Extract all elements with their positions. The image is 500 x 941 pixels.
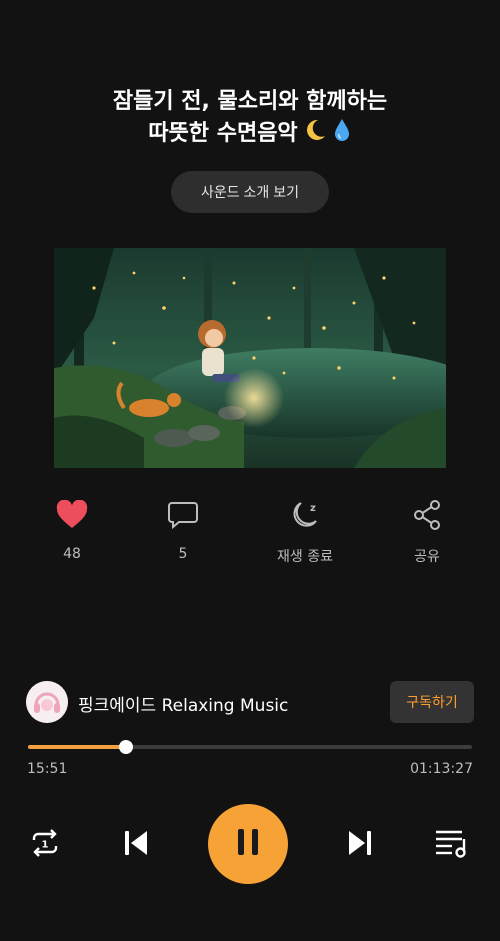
repeat-one-icon: 1 [28,828,62,862]
previous-icon [121,829,151,861]
sleep-timer-label: 재생 종료 [277,549,333,565]
channel-avatar[interactable] [26,681,68,723]
seek-thumb[interactable] [118,740,133,754]
album-artwork [54,248,446,468]
repeat-one-button[interactable]: 1 [26,826,64,864]
like-count: 48 [63,546,81,562]
channel-row: 핑크에이드 Relaxing Music 구독하기 [26,681,474,725]
playback-controls: 1 [0,804,500,888]
sleep-timer-button[interactable]: z 재생 종료 [250,498,360,568]
previous-button[interactable] [118,826,154,864]
channel-name[interactable]: 핑크에이드 Relaxing Music [78,691,288,716]
pause-button[interactable] [208,804,288,884]
playlist-icon [434,827,470,863]
svg-text:1: 1 [42,840,49,851]
svg-text:z: z [310,503,316,514]
track-title-line-1: 잠들기 전, 물소리와 함께하는 [112,89,388,114]
total-duration: 01:13:27 [410,761,473,777]
track-title-line-2-row: 따뜻한 수면음악 [0,117,500,152]
share-icon [410,498,444,532]
moon-zzz-icon: z [288,498,322,532]
elapsed-time: 15:51 [27,761,68,777]
subscribe-button[interactable]: 구독하기 [390,681,474,723]
comment-count: 5 [178,546,188,562]
action-bar: 48 5 z 재생 종료 공유 [0,498,500,568]
heart-icon [55,498,89,532]
playlist-button[interactable] [432,826,472,864]
share-button[interactable]: 공유 [372,498,482,568]
share-label: 공유 [414,549,440,565]
track-title: 잠들기 전, 물소리와 함께하는 따뜻한 수면음악 [0,86,500,152]
pause-icon [235,827,261,861]
comments-button[interactable]: 5 [128,498,238,568]
next-icon [345,829,375,861]
seek-bar[interactable] [28,740,472,754]
seek-progress-fill [28,745,126,749]
water-drop-icon [332,117,352,152]
like-button[interactable]: 48 [17,498,127,568]
track-title-line-2: 따뜻한 수면음악 [148,121,298,146]
sound-intro-button[interactable]: 사운드 소개 보기 [171,171,329,213]
crescent-moon-icon [302,117,328,152]
next-button[interactable] [342,826,378,864]
comment-icon [166,498,200,532]
